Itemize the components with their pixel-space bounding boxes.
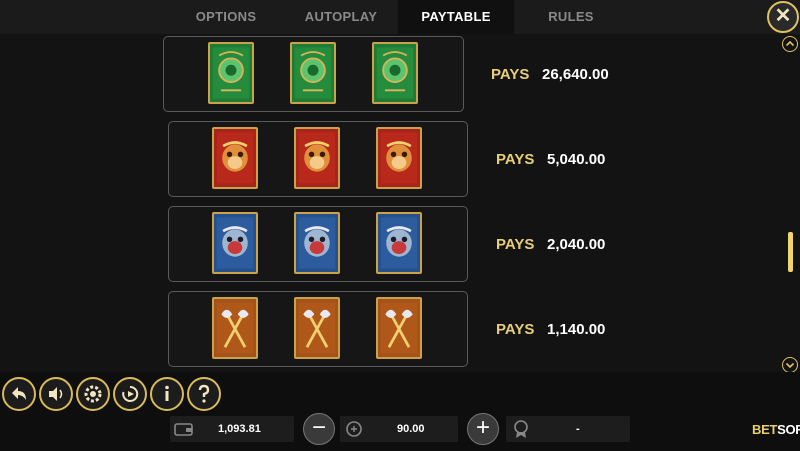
back-arrow-icon [12,387,26,400]
settings-button[interactable] [76,377,110,411]
info-button[interactable] [150,377,184,411]
help-button[interactable] [187,377,221,411]
increase-bet-button[interactable]: + [467,413,499,445]
coins-icon [346,421,362,437]
replay-icon [122,385,139,402]
pays-value: 1,140.00 [547,321,606,338]
autoplay-button[interactable] [113,377,147,411]
gear-icon [84,385,102,403]
chevron-down-icon [785,362,795,369]
balance-value: 1,093.81 [218,423,261,435]
pays-label: PAYS [496,321,535,338]
pays-label: PAYS [496,151,535,168]
red-monkey-mask-symbol [294,127,340,189]
red-monkey-mask-symbol [212,127,258,189]
scroll-up-button[interactable] [782,36,798,52]
pays-value: 5,040.00 [547,151,606,168]
info-icon [165,385,169,401]
pays-value: 2,040.00 [547,236,606,253]
scrollbar-thumb[interactable] [788,232,793,272]
bet-value: 90.00 [397,423,425,435]
sound-button[interactable] [39,377,73,411]
win-value: - [576,423,580,435]
speaker-icon [49,387,63,401]
tab-autoplay[interactable]: AUTOPLAY [290,0,392,34]
back-button[interactable] [2,377,36,411]
tab-rules[interactable]: RULES [530,0,612,34]
pays-label: PAYS [496,236,535,253]
golden-axes-symbol [212,297,258,359]
blue-monkey-mask-symbol [376,212,422,274]
pays-value: 26,640.00 [542,66,609,83]
chevron-up-icon [785,40,795,47]
wallet-icon [174,423,193,436]
blue-monkey-mask-symbol [294,212,340,274]
red-monkey-mask-symbol [376,127,422,189]
jade-dragon-symbol [290,42,336,104]
golden-axes-symbol [376,297,422,359]
betsoft-logo: BETSOFT [752,422,800,437]
blue-monkey-mask-symbol [212,212,258,274]
tab-paytable[interactable]: PAYTABLE [398,0,514,34]
decrease-bet-button[interactable]: − [303,413,335,445]
question-icon [198,384,210,403]
jade-dragon-symbol [372,42,418,104]
award-icon [514,420,528,438]
golden-axes-symbol [294,297,340,359]
tab-bar: OPTIONS AUTOPLAY PAYTABLE RULES [0,0,800,34]
pays-label: PAYS [491,66,530,83]
close-button[interactable]: ✕ [767,1,799,33]
jade-dragon-symbol [208,42,254,104]
scroll-down-button[interactable] [782,357,798,373]
tab-options[interactable]: OPTIONS [180,0,272,34]
paytable-content: PAYS 26,640.00 PAYS 5,040.00 PAYS 2,040.… [0,34,800,372]
